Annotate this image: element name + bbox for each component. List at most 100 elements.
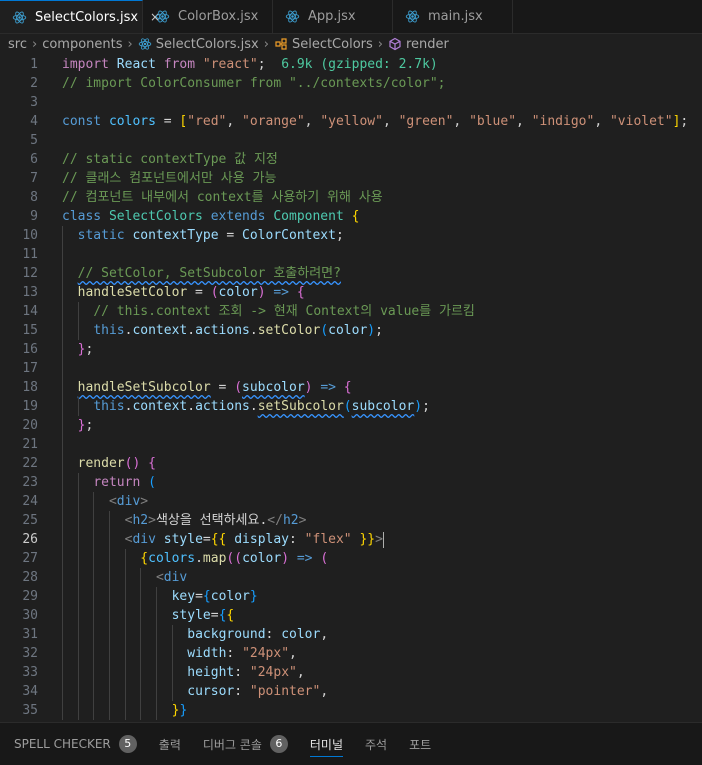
- indent-guide: [77, 321, 79, 340]
- code-line[interactable]: 17: [0, 359, 702, 378]
- code-line[interactable]: 15 this.context.actions.setColor(color);: [0, 321, 702, 340]
- panel-tab-1[interactable]: 출력: [159, 736, 181, 753]
- code-token: ,: [289, 646, 297, 661]
- code-text: <div: [156, 568, 187, 587]
- breadcrumb-item[interactable]: SelectColors: [274, 37, 373, 52]
- indent-guide: [140, 568, 142, 587]
- panel-tab-0[interactable]: SPELL CHECKER 5: [14, 735, 137, 753]
- code-token: subcolor: [351, 399, 415, 414]
- code-line[interactable]: 5: [0, 131, 702, 150]
- code-line[interactable]: 33 height: "24px",: [0, 663, 702, 682]
- code-token: ,: [382, 114, 399, 129]
- indent-guide: [77, 302, 79, 321]
- code-line[interactable]: 16};: [0, 340, 702, 359]
- code-line[interactable]: 19 this.context.actions.setSubcolor(subco…: [0, 397, 702, 416]
- code-line[interactable]: 7 // 클래스 컴포넌트에서만 사용 가능: [0, 169, 702, 188]
- code-token: ;: [257, 57, 282, 72]
- tab-colorbox-jsx[interactable]: ColorBox.jsx: [143, 0, 273, 33]
- indent-guide: [140, 644, 142, 663]
- tab-main-jsx[interactable]: main.jsx: [393, 0, 513, 33]
- indent-guide: [93, 549, 95, 568]
- indent-guide: [140, 606, 142, 625]
- code-line[interactable]: 3: [0, 93, 702, 112]
- code-line[interactable]: 22 render() {: [0, 454, 702, 473]
- code-line[interactable]: 26 <div style={{ display: "flex" }}>: [0, 530, 702, 549]
- code-line[interactable]: 13 handleSetColor = (color) => {: [0, 283, 702, 302]
- code-line[interactable]: 34 cursor: "pointer",: [0, 682, 702, 701]
- code-token: return: [93, 475, 141, 490]
- tab-app-jsx[interactable]: App.jsx: [273, 0, 393, 33]
- code-line[interactable]: 14 // this.context 조회 -> 현재 Context의 valu…: [0, 302, 702, 321]
- indent-guide: [108, 682, 110, 701]
- code-line[interactable]: 21: [0, 435, 702, 454]
- code-line[interactable]: 23 return (: [0, 473, 702, 492]
- indent-guide: [108, 625, 110, 644]
- code-token: ;: [422, 399, 430, 414]
- breadcrumb-item[interactable]: SelectColors.jsx: [138, 37, 259, 52]
- breadcrumb-item[interactable]: components: [42, 37, 122, 52]
- code-token: =: [195, 589, 203, 604]
- breadcrumb-item[interactable]: src: [8, 37, 27, 52]
- code-line[interactable]: 11: [0, 245, 702, 264]
- tab-selectcolors-jsx[interactable]: SelectColors.jsx ×: [0, 0, 160, 33]
- line-number: 23: [22, 475, 38, 490]
- code-text: <div>: [109, 492, 148, 511]
- panel-tab-3[interactable]: 터미널: [309, 736, 344, 757]
- code-line[interactable]: 20};: [0, 416, 702, 435]
- indent-guide: [108, 663, 110, 682]
- code-line[interactable]: 9 class SelectColors extends Component {: [0, 207, 702, 226]
- panel-tab-4[interactable]: 주석: [365, 736, 387, 753]
- indent-guide: [93, 568, 95, 587]
- code-text: // import ColorConsumer from "../context…: [62, 74, 446, 93]
- code-token: color: [210, 589, 250, 604]
- line-number: 2: [30, 76, 38, 91]
- breadcrumb-item[interactable]: render: [388, 37, 449, 52]
- panel-tab-5[interactable]: 포트: [409, 736, 431, 753]
- code-token: display: [234, 532, 290, 547]
- indent-guide: [140, 663, 142, 682]
- code-token: ,: [226, 114, 243, 129]
- code-text: static contextType = ColorContext;: [78, 226, 344, 245]
- code-text: // 컴포넌트 내부에서 context를 사용하기 위해 사용: [62, 188, 383, 207]
- indent-guide: [124, 549, 126, 568]
- indent-guide: [62, 245, 63, 264]
- code-line[interactable]: 35}}: [0, 701, 702, 720]
- code-line[interactable]: 2 // import ColorConsumer from "../contex…: [0, 74, 702, 93]
- code-line[interactable]: 1 import React from "react"; 6.9k (gzippe…: [0, 55, 702, 74]
- code-token: {{: [210, 532, 227, 547]
- code-line[interactable]: 12 // SetColor, SetSubcolor 호출하려면?: [0, 264, 702, 283]
- code-line[interactable]: 24 <div>: [0, 492, 702, 511]
- code-token: SelectColors: [108, 209, 203, 224]
- line-number: 29: [22, 589, 38, 604]
- line-number: 18: [22, 380, 38, 395]
- code-line[interactable]: 31 background: color,: [0, 625, 702, 644]
- code-editor[interactable]: 1 import React from "react"; 6.9k (gzippe…: [0, 55, 702, 721]
- code-line[interactable]: 28 <div: [0, 568, 702, 587]
- code-line[interactable]: 4 const colors = ["red", "orange", "yello…: [0, 112, 702, 131]
- line-number: 5: [30, 133, 38, 148]
- code-token: }}: [359, 532, 376, 547]
- code-line[interactable]: 29 key={color}: [0, 587, 702, 606]
- panel-tab-2[interactable]: 디버그 콘솔 6: [203, 735, 288, 753]
- code-line[interactable]: 32 width: "24px",: [0, 644, 702, 663]
- code-text: // SetColor, SetSubcolor 호출하려면?: [78, 264, 341, 283]
- code-token: <: [108, 494, 117, 509]
- code-token: key: [171, 589, 196, 604]
- code-line[interactable]: 30 style={{: [0, 606, 702, 625]
- code-text: key={color}: [172, 587, 258, 606]
- code-line[interactable]: 6 // static contextType 값 지정: [0, 150, 702, 169]
- code-line[interactable]: 8 // 컴포넌트 내부에서 context를 사용하기 위해 사용: [0, 188, 702, 207]
- code-token: this: [93, 323, 125, 338]
- code-token: this: [93, 399, 125, 414]
- code-line[interactable]: 27 {colors.map((color) => (: [0, 549, 702, 568]
- code-token: ): [367, 323, 376, 338]
- code-token: {: [148, 456, 156, 471]
- code-token: .: [195, 551, 203, 566]
- code-line[interactable]: 10 static contextType = ColorContext;: [0, 226, 702, 245]
- code-line[interactable]: 18 handleSetSubcolor = (subcolor) => {: [0, 378, 702, 397]
- code-text: handleSetSubcolor = (subcolor) => {: [78, 378, 352, 397]
- indent-guide: [62, 568, 63, 587]
- code-line[interactable]: 25 <h2>색상을 선택하세요.</h2>: [0, 511, 702, 530]
- code-token: (: [320, 551, 329, 566]
